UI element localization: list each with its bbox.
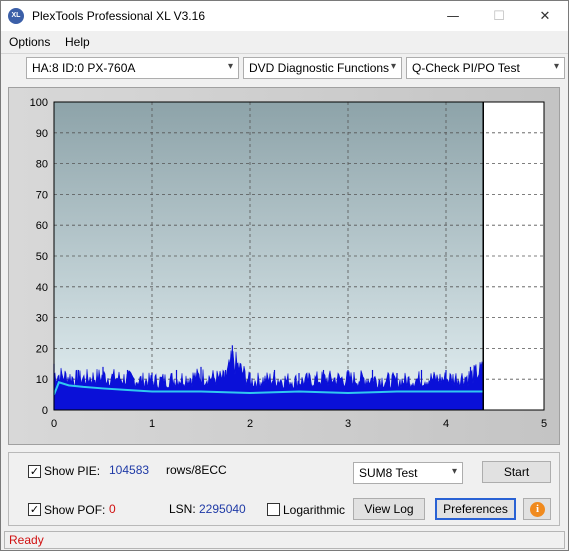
window-title: PlexTools Professional XL V3.16 (32, 9, 205, 23)
x-tick-label: 5 (541, 418, 547, 430)
minimize-button[interactable]: — (430, 1, 476, 31)
pie-unit: rows/8ECC (166, 463, 227, 477)
pof-value: 0 (109, 502, 116, 516)
test-select[interactable]: Q-Check PI/PO Test ▾ (406, 57, 565, 79)
function-select[interactable]: DVD Diagnostic Functions ▾ (243, 57, 402, 79)
drive-select-value: HA:8 ID:0 PX-760A (32, 61, 136, 75)
menu-help[interactable]: Help (65, 35, 90, 49)
x-tick-label: 3 (345, 418, 351, 430)
info-button[interactable]: i (523, 498, 551, 520)
y-tick-label: 0 (42, 405, 48, 417)
lsn-label: LSN: (169, 502, 196, 516)
y-tick-label: 100 (30, 97, 48, 109)
y-tick-label: 90 (36, 128, 48, 140)
logarithmic-checkbox[interactable] (267, 503, 280, 516)
y-tick-label: 10 (36, 374, 48, 386)
chevron-down-icon: ▾ (227, 61, 233, 72)
show-pof-label: Show POF: (44, 503, 106, 517)
function-select-value: DVD Diagnostic Functions (249, 61, 390, 75)
title-bar[interactable]: XL PlexTools Professional XL V3.16 — ☐ ✕ (1, 1, 568, 31)
y-tick-label: 60 (36, 220, 48, 232)
toolbar: HA:8 ID:0 PX-760A ▾ DVD Diagnostic Funct… (1, 53, 568, 79)
y-tick-label: 80 (36, 159, 48, 171)
menu-bar: Options Help (1, 32, 568, 52)
logarithmic-label: Logarithmic (283, 503, 346, 517)
pi-po-chart: 0 10 20 30 40 50 60 70 80 90 100 0 1 2 3 4 5 (30, 97, 547, 430)
test-select-value: Q-Check PI/PO Test (412, 61, 520, 75)
status-text: Ready (9, 533, 44, 547)
chevron-down-icon: ▾ (390, 61, 396, 72)
x-tick-label: 0 (51, 418, 57, 430)
x-tick-label: 1 (149, 418, 155, 430)
chevron-down-icon: ▾ (553, 61, 559, 72)
drive-select[interactable]: HA:8 ID:0 PX-760A ▾ (26, 57, 239, 79)
x-tick-label: 4 (443, 418, 449, 430)
status-bar: Ready (4, 531, 565, 549)
show-pie-label: Show PIE: (44, 464, 101, 478)
control-panel: ✓ Show PIE: 104583 rows/8ECC SUM8 Test ▾… (8, 452, 560, 526)
y-tick-label: 50 (36, 251, 48, 263)
menu-options[interactable]: Options (9, 35, 50, 49)
preferences-button[interactable]: Preferences (435, 498, 516, 520)
show-pie-checkbox[interactable]: ✓ (28, 465, 41, 478)
plot-area (54, 102, 484, 410)
view-log-button[interactable]: View Log (353, 498, 425, 520)
y-tick-label: 70 (36, 189, 48, 201)
show-pof-checkbox[interactable]: ✓ (28, 503, 41, 516)
y-tick-label: 40 (36, 282, 48, 294)
sum-test-select-value: SUM8 Test (359, 466, 418, 480)
sum-test-select[interactable]: SUM8 Test ▾ (353, 462, 463, 484)
maximize-button[interactable]: ☐ (476, 1, 522, 31)
y-tick-label: 20 (36, 343, 48, 355)
y-tick-label: 30 (36, 313, 48, 325)
app-logo-icon: XL (8, 8, 24, 24)
app-window: XL PlexTools Professional XL V3.16 — ☐ ✕… (0, 0, 569, 551)
close-button[interactable]: ✕ (522, 1, 568, 31)
x-tick-label: 2 (247, 418, 253, 430)
chevron-down-icon: ▾ (451, 466, 457, 477)
info-icon: i (530, 502, 545, 517)
chart-frame: 0 10 20 30 40 50 60 70 80 90 100 0 1 2 3 4 5 (8, 87, 560, 445)
lsn-value: 2295040 (199, 502, 246, 516)
start-button[interactable]: Start (482, 461, 551, 483)
pie-value: 104583 (109, 463, 150, 477)
